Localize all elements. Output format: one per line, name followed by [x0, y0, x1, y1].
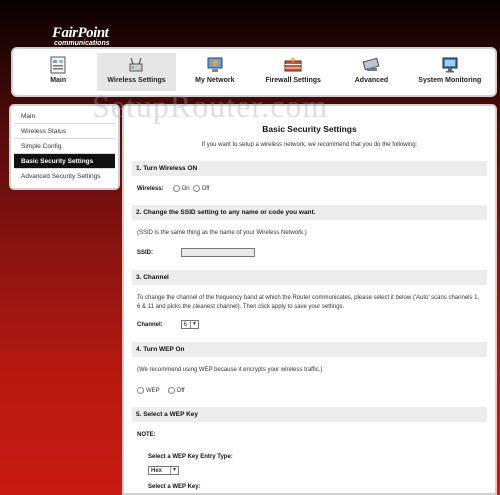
sidebar-item-advanced-security[interactable]: Advanced Security Settings — [14, 169, 115, 184]
note-label: NOTE: — [137, 432, 156, 438]
wep-entry-select-row: Hex ▼ — [132, 466, 487, 475]
section-wep: 4. Turn WEP On — [132, 342, 487, 357]
wireless-on-radio[interactable] — [172, 185, 180, 192]
nav-monitoring-label: System Monitoring — [418, 77, 482, 84]
sidebar-item-wireless-status[interactable]: Wireless Status — [14, 124, 115, 139]
advanced-icon — [363, 57, 380, 71]
intro-text: If you want to setup a wireless network,… — [201, 142, 418, 148]
section-ssid: 2. Change the SSID setting to any name o… — [132, 205, 487, 220]
nav-advanced[interactable]: Advanced — [332, 53, 410, 91]
channel-value: 6 — [183, 321, 188, 328]
wireless-row: Wireless: On Off — [132, 185, 487, 192]
ssid-label: SSID: — [137, 249, 154, 256]
wep-entry-type-value: Hex — [151, 467, 163, 474]
nav-firewall-label: Firewall Settings — [265, 77, 321, 84]
wep-row: WEP Off — [132, 387, 487, 394]
wep-radio[interactable] — [137, 387, 144, 394]
wireless-off-label: Off — [201, 185, 210, 192]
nav-my-network[interactable]: My Network — [176, 53, 254, 91]
wep-entry-type-select[interactable]: Hex ▼ — [148, 466, 180, 475]
sidebar-item-basic-security[interactable]: Basic Security Settings — [14, 154, 115, 169]
section-wireless-on: 1. Turn Wireless ON — [132, 161, 487, 176]
note-row: NOTE: — [132, 432, 487, 438]
tasks-icon — [50, 56, 66, 74]
wireless-on-label: On — [181, 185, 190, 192]
logo-name: FairPoint — [52, 25, 109, 41]
section-channel: 3. Channel — [132, 270, 487, 285]
fairpoint-logo: FairPoint communications — [52, 25, 110, 48]
nav-advanced-label: Advanced — [354, 77, 389, 84]
ssid-note: (SSID is the same thing as the name of y… — [137, 230, 307, 236]
nav-main[interactable]: Main — [19, 53, 97, 91]
wep-entry-type-row: Select a WEP Key Entry Type: — [132, 454, 487, 460]
logo-tagline: communications — [54, 40, 110, 47]
channel-row: Channel: 6 ▼ — [132, 320, 487, 329]
wep-entry-type-label: Select a WEP Key Entry Type: — [148, 454, 233, 460]
monitor-icon — [442, 57, 458, 73]
network-icon — [207, 57, 223, 72]
section-wep-key: 5. Select a WEP Key — [132, 407, 487, 422]
wep-note: (We recommend using WEP because it encry… — [137, 367, 323, 373]
ssid-row: SSID: — [132, 248, 487, 257]
channel-description: To change the channel of the frequency b… — [137, 295, 480, 310]
nav-network-label: My Network — [195, 77, 235, 84]
wireless-icon — [129, 57, 143, 72]
top-navigation: Main Wireless Settings My Network Firewa… — [11, 47, 497, 97]
page-title: Basic Security Settings — [262, 124, 357, 134]
nav-main-label: Main — [50, 77, 67, 84]
wep-off-label: Off — [176, 387, 185, 394]
wep-key-row: Select a WEP Key: — [132, 484, 487, 490]
channel-label: Channel: — [137, 321, 163, 328]
wep-radio-label: WEP — [146, 387, 160, 394]
firewall-icon — [284, 57, 302, 72]
nav-firewall-settings[interactable]: Firewall Settings — [254, 53, 332, 91]
nav-system-monitoring[interactable]: System Monitoring — [411, 53, 489, 91]
channel-select[interactable]: 6 ▼ — [180, 320, 200, 329]
nav-wireless-label: Wireless Settings — [107, 77, 166, 84]
nav-wireless-settings[interactable]: Wireless Settings — [97, 53, 176, 91]
wireless-off-radio[interactable] — [192, 185, 200, 192]
main-content: Basic Security Settings If you want to s… — [122, 104, 497, 495]
wireless-label: Wireless: — [137, 185, 164, 192]
sidebar-item-simple-config[interactable]: Simple Config — [14, 139, 115, 154]
wep-off-radio[interactable] — [167, 387, 175, 394]
sidebar-menu: Main Wireless Status Simple Config Basic… — [9, 104, 120, 190]
wep-key-label: Select a WEP Key: — [148, 484, 201, 490]
ssid-input[interactable] — [181, 248, 256, 257]
sidebar-item-main[interactable]: Main — [14, 109, 115, 124]
chevron-down-icon: ▼ — [190, 321, 198, 328]
chevron-down-icon: ▼ — [170, 467, 178, 474]
